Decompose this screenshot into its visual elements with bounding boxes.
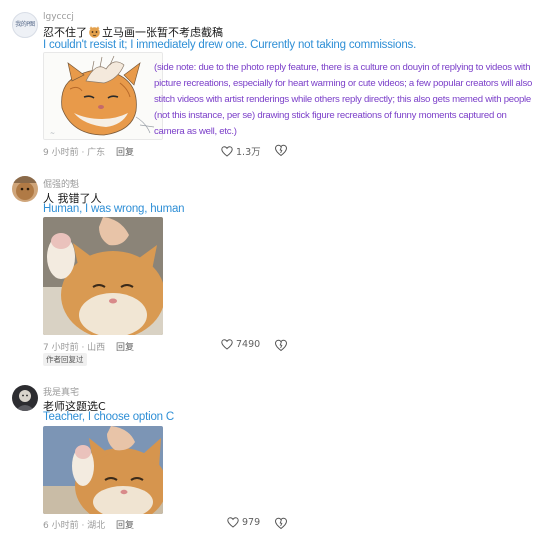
dislike-icon[interactable] (274, 516, 288, 530)
avatar[interactable]: 我的P图 (12, 12, 38, 38)
like-count: 7490 (236, 339, 261, 350)
username[interactable]: lgycccj (43, 12, 74, 22)
avatar-image (12, 385, 38, 411)
like-button[interactable]: 7490 (221, 339, 260, 350)
svg-text:~: ~ (50, 130, 55, 137)
reply-button[interactable]: 回复 (116, 518, 134, 531)
cat-drawing-illustration: ~ (44, 53, 162, 139)
heart-icon (221, 339, 233, 350)
comment-text-part: 立马画一张暂不考虑截稿 (102, 26, 223, 39)
reply-button[interactable]: 回复 (116, 340, 134, 353)
timestamp-location: 9 小时前 · 广东 (43, 148, 106, 158)
like-button[interactable]: 979 (227, 517, 260, 528)
avatar[interactable] (12, 385, 38, 411)
like-count: 979 (242, 517, 261, 528)
translation-text: I couldn't resist it; I immediately drew… (43, 39, 417, 51)
avatar[interactable] (12, 176, 38, 202)
author-replied-badge: 作者回复过 (43, 353, 87, 366)
comment-text: 忍不住了 立马画一张暂不考虑截稿 (43, 24, 223, 40)
comment-text-part: 忍不住了 (43, 26, 87, 39)
username[interactable]: 倔强的魁 (43, 177, 79, 190)
reply-button[interactable]: 回复 (116, 145, 134, 158)
like-button[interactable]: 1.3万 (221, 144, 261, 158)
dislike-icon[interactable] (274, 143, 288, 157)
cat-photo-image (43, 217, 163, 335)
username[interactable]: 我是真宅 (43, 385, 79, 398)
like-count: 1.3万 (236, 147, 261, 158)
cat-emoji-icon (89, 26, 100, 38)
timestamp-location: 7 小时前 · 山西 (43, 343, 106, 353)
side-note: (side note: due to the photo reply featu… (154, 62, 533, 137)
translation-text: Teacher, I choose option C (43, 411, 174, 423)
cat-photo[interactable] (43, 217, 163, 335)
translation-text: Human, I was wrong, human (43, 203, 185, 215)
heart-icon (227, 517, 239, 528)
avatar-image (12, 176, 38, 202)
avatar-label: 我的P图 (15, 21, 35, 28)
dislike-icon[interactable] (274, 338, 288, 352)
timestamp-location: 6 小时前 · 湖北 (43, 521, 106, 531)
cat-photo[interactable] (43, 426, 163, 514)
cat-photo-image (43, 426, 163, 514)
heart-icon (221, 145, 233, 157)
drawing-image[interactable]: ~ (43, 52, 163, 140)
